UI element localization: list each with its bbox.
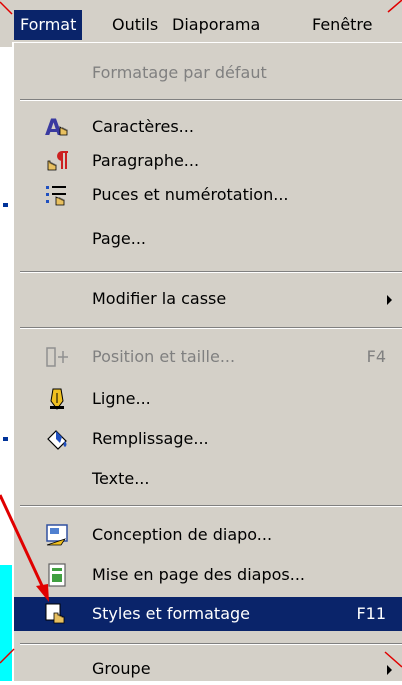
annotation-line bbox=[384, 651, 402, 668]
annotation-overlay bbox=[0, 0, 402, 668]
annotation-line bbox=[387, 0, 402, 13]
annotation-arrow-shaft bbox=[0, 494, 46, 591]
annotation-line bbox=[0, 1, 13, 15]
annotation-arrow-head bbox=[36, 584, 49, 602]
annotation-line bbox=[0, 648, 15, 664]
